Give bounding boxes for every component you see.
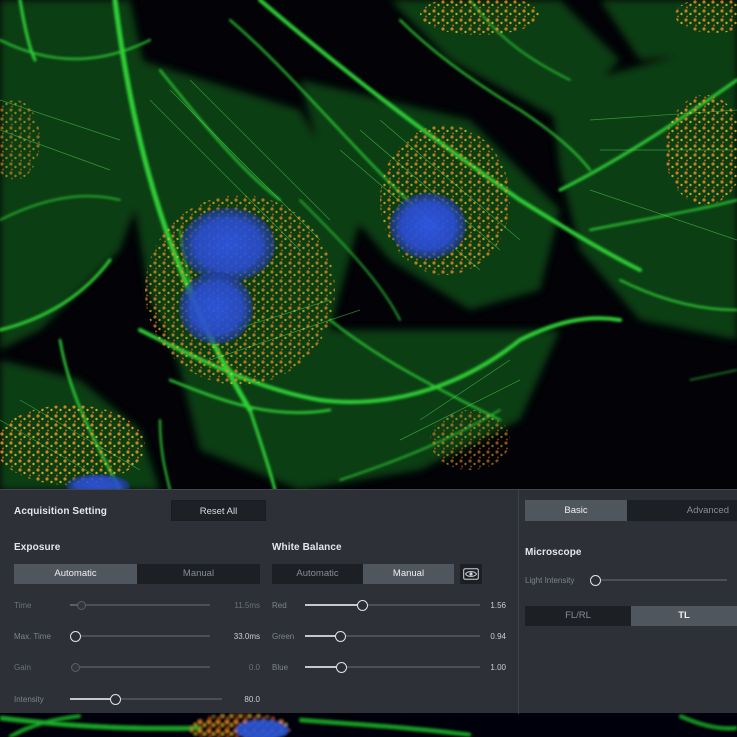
blue-slider[interactable] [305,661,480,673]
exposure-title: Exposure [14,542,61,553]
view-tabs: Basic Advanced [525,500,737,521]
red-value: 1.56 [490,601,506,610]
light-intensity-label: Light Intensity [525,576,575,585]
exposure-automatic-option[interactable]: Automatic [14,564,137,584]
gain-value: 0.0 [248,663,260,672]
gain-slider-thumb[interactable] [70,662,80,672]
blue-label: Blue [272,663,289,672]
intensity-slider-fill [70,698,116,700]
max-time-slider-thumb[interactable] [69,630,81,642]
green-label: Green [272,632,295,641]
fl-rl-option[interactable]: FL/RL [525,606,631,626]
gain-slider[interactable] [70,662,210,672]
intensity-value: 80.0 [244,695,260,704]
intensity-slider-thumb[interactable] [110,693,122,705]
tab-basic[interactable]: Basic [525,500,627,521]
white-balance-mode-toggle: Automatic Manual [272,564,454,584]
exposure-manual-option[interactable]: Manual [137,564,260,584]
green-value: 0.94 [490,632,506,641]
white-balance-title: White Balance [272,542,342,553]
green-slider-thumb[interactable] [334,630,346,642]
intensity-label: Intensity [14,695,44,704]
time-slider-thumb[interactable] [76,600,86,610]
panel-divider [518,490,519,714]
time-value: 11.5ms [234,601,260,610]
reset-all-button[interactable]: Reset All [171,500,266,521]
max-time-slider[interactable] [69,630,210,642]
eye-icon [463,568,479,580]
gain-label: Gain [14,663,31,672]
time-label: Time [14,601,32,610]
red-label: Red [272,601,287,610]
microscope-title: Microscope [525,547,582,558]
red-slider-fill [305,604,363,606]
light-intensity-slider[interactable] [589,574,727,586]
intensity-slider[interactable] [70,693,222,705]
exposure-mode-toggle: Automatic Manual [14,564,260,584]
illumination-mode-toggle: FL/RL TL [525,606,737,626]
wb-manual-option[interactable]: Manual [363,564,454,584]
wb-automatic-option[interactable]: Automatic [272,564,363,584]
blue-value: 1.00 [490,663,506,672]
wb-eye-button[interactable] [460,564,482,584]
red-slider-thumb[interactable] [357,599,369,611]
tl-option[interactable]: TL [631,606,737,626]
time-slider[interactable] [70,600,210,610]
green-slider[interactable] [305,630,480,642]
blue-slider-thumb[interactable] [336,661,348,673]
tab-advanced[interactable]: Advanced [627,500,737,521]
light-intensity-slider-thumb[interactable] [589,574,601,586]
acquisition-panel: Acquisition Setting Reset All Basic Adva… [0,489,737,714]
max-time-value: 33.0ms [233,632,260,641]
red-slider[interactable] [305,599,480,611]
acquisition-title: Acquisition Setting [14,506,108,517]
max-time-label: Max. Time [14,632,51,641]
